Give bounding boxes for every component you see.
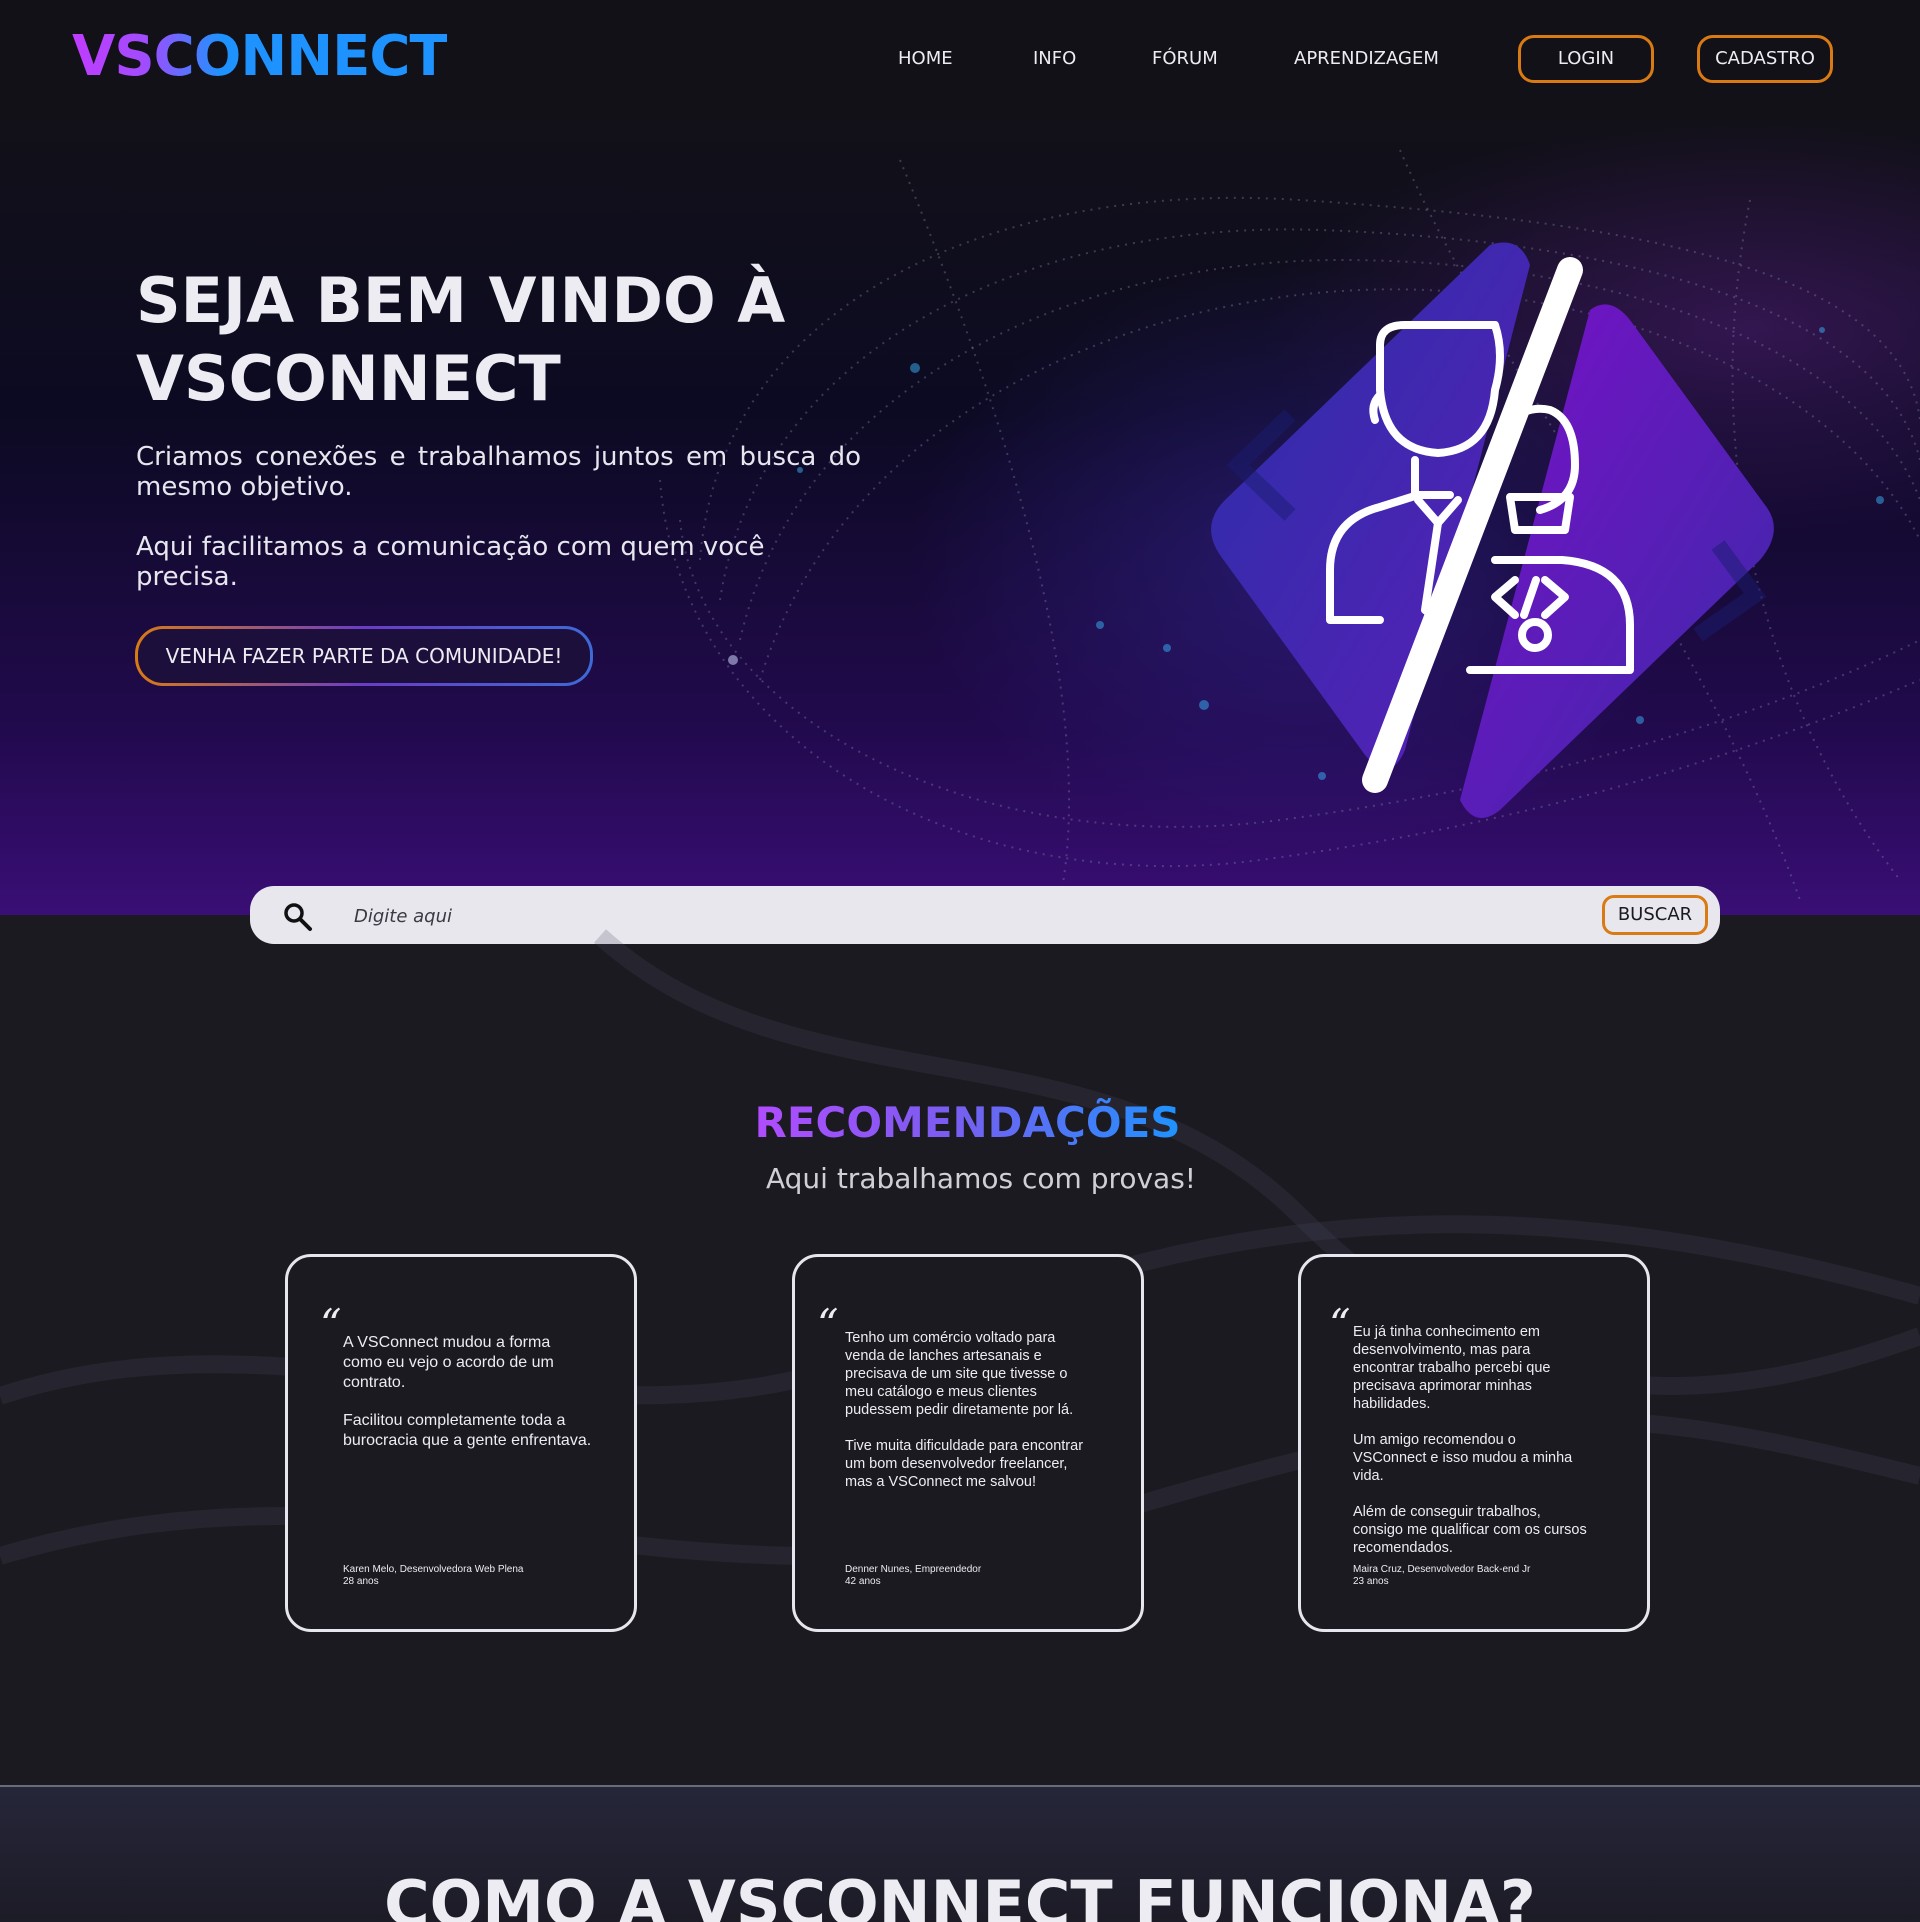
recommendations-title: RECOMENDAÇÕES xyxy=(0,1098,1920,1147)
testimonial-author: Karen Melo, Desenvolvedora Web Plena 28 … xyxy=(343,1564,613,1588)
hero-paragraph-2: Aqui facilitamos a comunicação com quem … xyxy=(136,532,765,592)
testimonial-paragraph: Eu já tinha conhecimento em desenvolvime… xyxy=(1353,1324,1551,1412)
author-name: Denner Nunes, Empreendedor xyxy=(845,1564,982,1575)
nav-forum[interactable]: FÓRUM xyxy=(1152,48,1218,69)
nav-info[interactable]: INFO xyxy=(1033,48,1076,69)
testimonial-text: Tenho um comércio voltado para venda de … xyxy=(845,1329,1095,1509)
testimonial-author: Maira Cruz, Desenvolvedor Back-end Jr 23… xyxy=(1353,1564,1623,1588)
testimonial-paragraph: Um amigo recomendou o VSConnect e isso m… xyxy=(1353,1432,1573,1484)
author-name: Karen Melo, Desenvolvedora Web Plena xyxy=(343,1564,524,1575)
testimonial-paragraph: Além de conseguir trabalhos, consigo me … xyxy=(1353,1504,1587,1556)
testimonial-card: “ A VSConnect mudou a forma como eu vejo… xyxy=(285,1254,637,1632)
join-community-button[interactable]: VENHA FAZER PARTE DA COMUNIDADE! xyxy=(135,626,593,686)
quote-icon: “ xyxy=(320,1300,342,1349)
client-and-developer-icon xyxy=(1211,242,1774,818)
author-name: Maira Cruz, Desenvolvedor Back-end Jr xyxy=(1353,1564,1531,1575)
testimonial-paragraph: Facilitou completamente toda a burocraci… xyxy=(343,1412,592,1449)
quote-icon: “ xyxy=(1329,1300,1351,1349)
testimonial-text: A VSConnect mudou a forma como eu vejo o… xyxy=(343,1333,593,1469)
testimonial-card: “ Tenho um comércio voltado para venda d… xyxy=(792,1254,1144,1632)
hero-title-line1: SEJA BEM VINDO À xyxy=(136,264,786,337)
author-age: 28 anos xyxy=(343,1576,379,1587)
author-age: 42 anos xyxy=(845,1576,881,1587)
hero-section: VSCONNECT HOME INFO FÓRUM APRENDIZAGEM L… xyxy=(0,0,1920,915)
quote-icon: “ xyxy=(817,1300,839,1349)
hero-paragraph-1: Criamos conexões e trabalhamos juntos em… xyxy=(136,442,861,502)
how-it-works-section: COMO A VSCONNECT FUNCIONA? xyxy=(0,1785,1920,1922)
recommendations-subtitle: Aqui trabalhamos com provas! xyxy=(765,1162,1197,1195)
testimonial-paragraph: Tenho um comércio voltado para venda de … xyxy=(845,1330,1074,1418)
testimonial-card: “ Eu já tinha conhecimento em desenvolvi… xyxy=(1298,1254,1650,1632)
how-it-works-title: COMO A VSCONNECT FUNCIONA? xyxy=(384,1867,1536,1922)
brand-logo[interactable]: VSCONNECT xyxy=(72,24,448,89)
nav-home[interactable]: HOME xyxy=(898,48,953,69)
testimonial-text: Eu já tinha conhecimento em desenvolvime… xyxy=(1353,1323,1593,1557)
signup-button[interactable]: CADASTRO xyxy=(1697,35,1833,83)
nav-aprendizagem[interactable]: APRENDIZAGEM xyxy=(1294,48,1439,69)
author-age: 23 anos xyxy=(1353,1576,1389,1587)
login-button[interactable]: LOGIN xyxy=(1518,35,1654,83)
recommendations-title-text: RECOMENDAÇÕES xyxy=(754,1098,1181,1147)
testimonial-paragraph: A VSConnect mudou a forma como eu vejo o… xyxy=(343,1334,554,1391)
hero-title: SEJA BEM VINDO À VSCONNECT xyxy=(136,262,896,418)
testimonial-author: Denner Nunes, Empreendedor 42 anos xyxy=(845,1564,1115,1588)
testimonial-paragraph: Tive muita dificuldade para encontrar um… xyxy=(845,1438,1084,1490)
hero-title-line2: VSCONNECT xyxy=(136,342,561,415)
